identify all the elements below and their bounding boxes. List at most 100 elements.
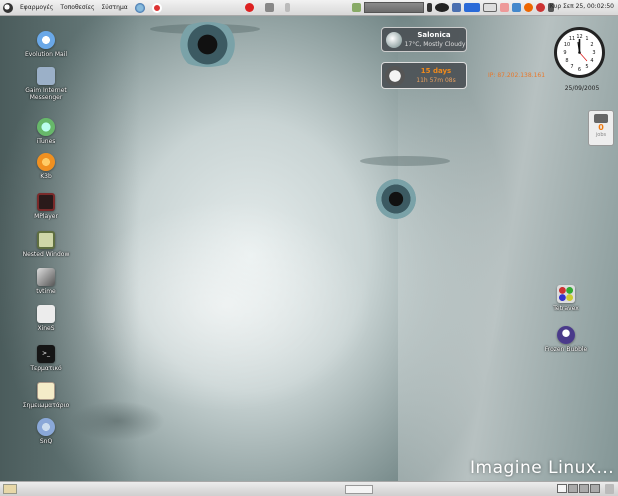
- desktop-icon-terminal[interactable]: >_ Τερματικό: [11, 345, 81, 372]
- main-menu: Εφαρμογές Τοποθεσίες Σύστημα: [3, 2, 162, 13]
- desktop-icon-label: Evolution Mail: [24, 51, 68, 58]
- music-icon: [37, 118, 55, 136]
- desktop-icon-label: tvtime: [36, 288, 56, 295]
- video-icon: [37, 305, 55, 323]
- right-eye: [372, 178, 420, 220]
- uptime-icon: [385, 66, 405, 86]
- desktop-icon-evolution-mail[interactable]: Evolution Mail: [11, 31, 81, 58]
- media-icon[interactable]: [483, 3, 497, 12]
- disc-icon: [37, 153, 55, 171]
- desktop-icon-nested-window[interactable]: Nested Window: [11, 231, 81, 258]
- lips: [70, 401, 165, 441]
- brand-text: Imagine Linux...: [470, 458, 615, 478]
- desktop-icon-gaim[interactable]: Gaim Internet Messenger: [11, 67, 81, 101]
- cloud-icon: [386, 32, 402, 48]
- monitor-icon[interactable]: [452, 3, 461, 12]
- globe-icon[interactable]: [134, 2, 145, 13]
- top-panel: Εφαρμογές Τοποθεσίες Σύστημα Κυρ Σεπ 25,…: [0, 0, 618, 16]
- svg-text:2: 2: [590, 42, 593, 48]
- wallpaper: [0, 16, 618, 481]
- workspace-1[interactable]: [557, 484, 567, 493]
- desktop-icon-k3b[interactable]: K3b: [11, 153, 81, 180]
- notepad-icon: [37, 382, 55, 400]
- desktop-icon-label: Σημειωματάριο: [22, 402, 70, 409]
- globe-icon: [37, 418, 55, 436]
- menu-applications[interactable]: Εφαρμογές: [20, 4, 53, 11]
- svg-text:3: 3: [592, 50, 595, 56]
- desktop-icon-label: Tetravex: [553, 305, 579, 312]
- weather-city: Salonica: [417, 31, 451, 39]
- desktop-icon-label: Gaim Internet Messenger: [25, 87, 67, 101]
- uptime-hours: 11h 57m 08s: [416, 77, 456, 84]
- desktop-icon-label: iTunes: [36, 138, 56, 145]
- switcher-icon[interactable]: [352, 3, 361, 12]
- network-icon[interactable]: [265, 3, 274, 12]
- svg-text:9: 9: [563, 50, 566, 56]
- svg-text:10: 10: [564, 42, 570, 48]
- help-icon[interactable]: [151, 2, 162, 13]
- terminal-icon: >_: [37, 345, 55, 363]
- desktop-icon-label: Frozen Bubble: [544, 346, 588, 353]
- printer-unit: jobs: [595, 132, 607, 138]
- ip-address: IP: 87.202.138.161: [488, 72, 546, 79]
- mail-icon[interactable]: [512, 3, 521, 12]
- glasses-icon[interactable]: [435, 3, 449, 12]
- desktop-icon-editor[interactable]: Σημειωματάριο: [11, 382, 81, 409]
- date-label: 25/09/2005: [564, 85, 600, 92]
- desktop-icon-tvtime[interactable]: tvtime: [11, 268, 81, 295]
- svg-text:7: 7: [570, 64, 573, 70]
- desktop-icon-label: SnQ: [39, 438, 53, 445]
- svg-text:4: 4: [590, 58, 593, 64]
- window-icon: [37, 231, 55, 249]
- menu-places[interactable]: Τοποθεσίες: [60, 4, 94, 11]
- trash-icon[interactable]: [605, 484, 614, 494]
- desktop-icon-frozen-bubble[interactable]: Frozen Bubble: [531, 326, 601, 353]
- workspace-4[interactable]: [590, 484, 600, 493]
- tray-left: [245, 3, 290, 12]
- svg-text:6: 6: [578, 67, 581, 73]
- right-brow: [360, 156, 450, 166]
- mail-icon: [37, 31, 55, 49]
- clock-face-icon: 12369 1245 781011: [563, 34, 595, 73]
- desktop-icon-itunes[interactable]: iTunes: [11, 118, 81, 145]
- workspace-2[interactable]: [568, 484, 578, 493]
- svg-text:5: 5: [585, 64, 588, 70]
- desktop-icon-xine[interactable]: XineS: [11, 305, 81, 332]
- battery-icon[interactable]: [285, 3, 290, 12]
- alert-icon[interactable]: [536, 3, 545, 12]
- power-icon[interactable]: [245, 3, 254, 12]
- desktop-icon-mplayer[interactable]: MPlayer: [11, 193, 81, 220]
- uptime-widget[interactable]: 15 days 11h 57m 08s: [381, 62, 467, 89]
- window-list-icon[interactable]: [464, 3, 480, 12]
- desktop-icon-snq[interactable]: SnQ: [11, 418, 81, 445]
- arrow-icon[interactable]: [427, 3, 432, 12]
- tray-right: [352, 2, 554, 13]
- panel-clock[interactable]: Κυρ Σεπ 25, 00:02:50: [550, 3, 614, 10]
- desktop-icon-label: Nested Window: [22, 251, 70, 258]
- task-box[interactable]: [364, 2, 424, 13]
- menu-system[interactable]: Σύστημα: [101, 4, 127, 11]
- tv-icon: [37, 268, 55, 286]
- film-icon: [37, 193, 55, 211]
- desktop-icon-label: MPlayer: [34, 213, 58, 220]
- weather-widget[interactable]: Salonica 17°C, Mostly Cloudy: [381, 27, 467, 52]
- weather-condition: 17°C, Mostly Cloudy: [404, 41, 466, 48]
- workspace-switcher: [557, 484, 600, 493]
- rss-icon[interactable]: [500, 3, 509, 12]
- svg-text:1: 1: [585, 36, 588, 42]
- desktop-icon-tetravex[interactable]: Tetravex: [531, 285, 601, 312]
- update-icon[interactable]: [524, 3, 533, 12]
- workspace-3[interactable]: [579, 484, 589, 493]
- analog-clock[interactable]: 12 3 6 9 1245 7 8 10 11: [554, 27, 605, 78]
- printer-widget[interactable]: 0 jobs: [588, 110, 614, 146]
- show-desktop-icon[interactable]: [3, 484, 17, 494]
- desktop-icon-label: Τερματικό: [30, 365, 62, 372]
- puzzle-icon: [557, 285, 575, 303]
- distro-logo-icon[interactable]: [3, 2, 13, 13]
- bottom-panel: [0, 481, 618, 496]
- svg-text:8: 8: [565, 58, 568, 64]
- desktop-icon-label: K3b: [40, 173, 52, 180]
- svg-text:11: 11: [569, 36, 575, 42]
- left-eye: [170, 22, 245, 67]
- window-button[interactable]: [345, 485, 373, 494]
